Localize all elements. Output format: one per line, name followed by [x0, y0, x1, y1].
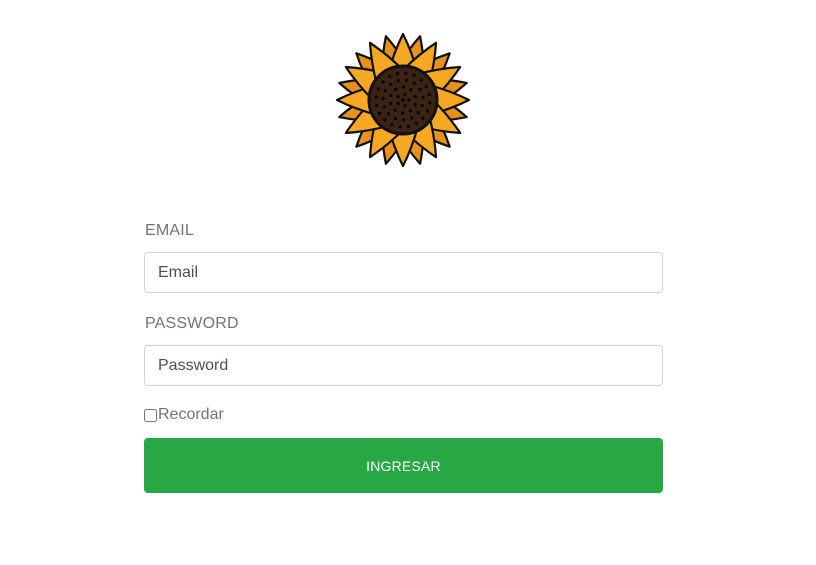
seed-dot	[421, 116, 425, 120]
seed-dot	[390, 123, 394, 127]
seed-dot	[394, 87, 398, 91]
remember-checkbox[interactable]	[144, 408, 157, 422]
seed-dot	[374, 95, 378, 99]
seed-dot	[427, 92, 431, 97]
seed-dot	[383, 118, 387, 122]
seed-dot	[400, 111, 405, 115]
email-input[interactable]	[144, 252, 663, 293]
seed-dot	[393, 116, 398, 121]
seed-dot	[393, 108, 397, 112]
seed-dot	[396, 94, 400, 99]
seed-dot	[410, 116, 414, 120]
seed-dot	[396, 79, 400, 83]
seed-dot	[404, 78, 409, 82]
sunflower-icon	[335, 32, 471, 168]
seed-dot	[404, 71, 408, 75]
seed-dot	[389, 93, 393, 98]
seed-dot	[413, 94, 418, 98]
seed-dot	[395, 72, 400, 76]
seed-dot	[381, 97, 385, 101]
remember-label[interactable]: Recordar	[158, 406, 224, 424]
seed-dot	[406, 124, 411, 128]
seed-dot	[428, 101, 432, 105]
seed-dot	[403, 92, 407, 96]
seed-dot	[409, 88, 413, 92]
seed-dot	[408, 109, 412, 113]
seed-dot	[398, 125, 402, 129]
seed-dot	[403, 104, 407, 108]
seed-dot	[401, 85, 406, 89]
seed-dot	[413, 102, 417, 107]
seed-dot	[412, 73, 416, 77]
seed-dot	[389, 82, 393, 86]
seed-dot	[388, 75, 392, 79]
seed-dot	[419, 78, 423, 82]
seed-dot	[416, 111, 420, 115]
seed-dot	[387, 112, 391, 116]
seed-dot	[388, 102, 393, 106]
seed-dot	[401, 98, 405, 102]
seed-dot	[381, 80, 385, 84]
seed-dot	[402, 118, 406, 122]
seed-dot	[378, 111, 382, 115]
seed-dot	[412, 81, 416, 85]
login-submit-button[interactable]: INGRESAR	[144, 438, 663, 493]
remember-row: Recordar	[144, 405, 224, 425]
seed-dot	[396, 101, 400, 106]
seed-dot	[382, 105, 386, 109]
seed-dot	[407, 98, 411, 102]
seed-dot	[418, 87, 422, 91]
seed-dot	[376, 87, 380, 91]
seed-dot	[414, 121, 418, 125]
seed-dot	[424, 85, 428, 89]
seed-dot	[383, 89, 387, 93]
password-label: PASSWORD	[145, 315, 239, 332]
seed-dot	[426, 109, 430, 113]
password-input[interactable]	[144, 345, 663, 386]
sunflower-logo-icon	[333, 30, 473, 170]
email-label: EMAIL	[145, 222, 195, 239]
seed-dot	[420, 103, 424, 108]
seed-dot	[375, 103, 379, 108]
seed-dot	[421, 95, 425, 99]
